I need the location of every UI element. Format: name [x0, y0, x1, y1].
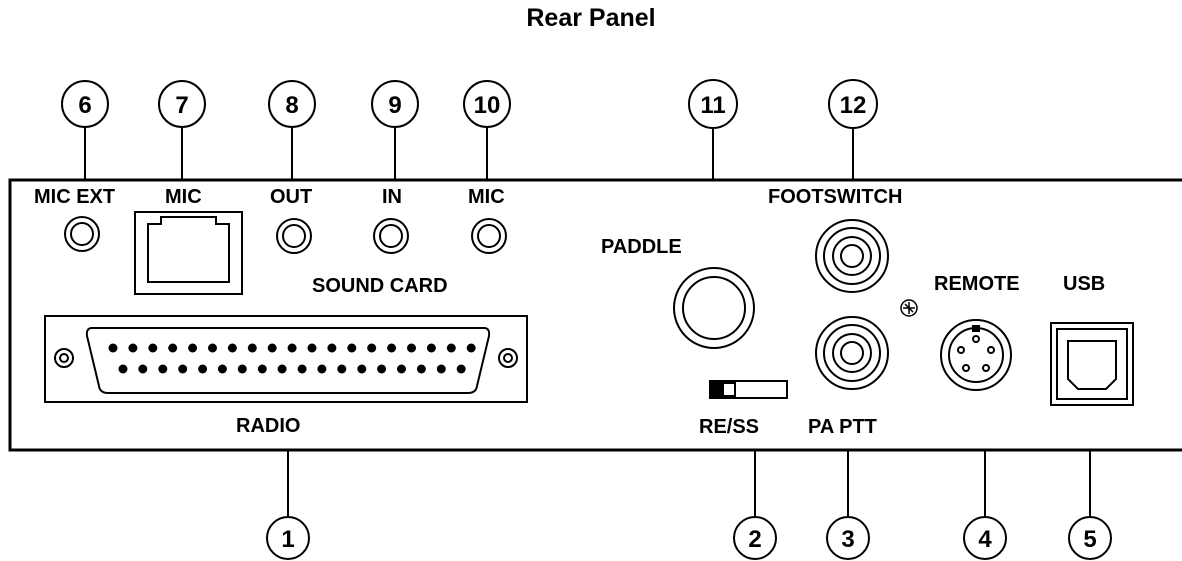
callout-5: 5 [1068, 516, 1112, 560]
db37-pins [108, 343, 476, 374]
db37-pin [198, 364, 208, 374]
callout-1: 1 [266, 516, 310, 560]
db37-pin [237, 364, 247, 374]
label-out: OUT [270, 186, 312, 208]
callout-7-number: 7 [175, 92, 188, 119]
callout-11-number: 11 [700, 92, 725, 119]
callout-5-number: 5 [1083, 526, 1096, 553]
db37-pin [377, 364, 387, 374]
db37-pin [128, 343, 138, 353]
sound-card-out-jack [276, 218, 312, 254]
callout-10: 10 [463, 80, 511, 128]
label-mic: MIC [165, 186, 202, 208]
callout-2-number: 2 [748, 526, 761, 553]
db37-pin [148, 343, 158, 353]
db37-pin [397, 364, 406, 374]
db37-pin [456, 364, 466, 374]
mic-ext-jack [64, 216, 100, 252]
db37-pin [347, 343, 357, 353]
label-mic-sound-card: MIC [468, 186, 505, 208]
callout-12: 12 [828, 79, 878, 129]
db37-pin [178, 364, 188, 374]
label-remote: REMOTE [934, 273, 1020, 295]
pa-ptt-rca-jack [815, 316, 889, 390]
callout-1-number: 1 [281, 526, 294, 553]
callout-2: 2 [733, 516, 777, 560]
callout-9: 9 [371, 80, 419, 128]
db37-pin [188, 343, 198, 353]
label-radio: RADIO [236, 415, 300, 437]
db37-pin [416, 364, 426, 374]
callout-8: 8 [268, 80, 316, 128]
callout-6: 6 [61, 80, 109, 128]
callout-4: 4 [963, 516, 1007, 560]
footswitch-rca-jack [815, 219, 889, 293]
radio-db37-connector [44, 315, 528, 403]
db37-pin [217, 364, 227, 374]
usb-b-connector [1050, 322, 1134, 406]
label-pa-ptt: PA PTT [808, 416, 877, 438]
callout-3-number: 3 [841, 526, 854, 553]
db37-pin [247, 343, 257, 353]
db37-pin [466, 343, 476, 353]
db37-pin [436, 364, 446, 374]
label-usb: USB [1063, 273, 1105, 295]
db37-pin [337, 364, 347, 374]
db37-pin [426, 343, 436, 353]
label-re-ss: RE/SS [699, 416, 759, 438]
db37-pin [297, 364, 307, 374]
remote-din-connector [940, 319, 1012, 391]
callout-11: 11 [688, 79, 738, 129]
db37-pin [257, 364, 267, 374]
db37-pin [327, 343, 337, 353]
callout-10-number: 10 [474, 92, 501, 119]
db37-pin [158, 364, 168, 374]
label-sound-card: SOUND CARD [312, 275, 448, 297]
db37-pin [138, 364, 148, 374]
db37-pin [227, 343, 237, 353]
db37-pin [277, 364, 287, 374]
callout-leaders [84, 128, 1091, 518]
re-ss-switch [709, 380, 788, 399]
db37-pin [357, 364, 367, 374]
rear-panel-diagram: 6 7 8 9 10 11 12 1 2 3 4 5 MIC EXT MIC O… [8, 79, 1182, 560]
sound-card-in-jack [373, 218, 409, 254]
db37-pin [287, 343, 297, 353]
label-footswitch: FOOTSWITCH [768, 186, 902, 208]
db37-pin [367, 343, 377, 353]
db37-pin [168, 343, 178, 353]
callout-6-number: 6 [78, 92, 91, 119]
db37-pin [387, 343, 397, 353]
mic-rj45-jack [134, 211, 243, 295]
callout-7: 7 [158, 80, 206, 128]
db37-pin [446, 343, 456, 353]
db37-pin [407, 343, 416, 353]
paddle-jack [673, 267, 755, 349]
db37-pin [208, 343, 217, 353]
label-in: IN [382, 186, 402, 208]
db37-pin [267, 343, 277, 353]
label-mic-ext: MIC EXT [34, 186, 115, 208]
callout-9-number: 9 [388, 92, 401, 119]
db37-pin [118, 364, 128, 374]
db37-pin [317, 364, 327, 374]
sound-card-mic-jack [471, 218, 507, 254]
db37-pin [307, 343, 317, 353]
callout-4-number: 4 [978, 526, 992, 553]
db37-pin [108, 343, 118, 353]
callout-12-number: 12 [840, 92, 867, 119]
screw-icon [900, 299, 918, 317]
callout-8-number: 8 [285, 92, 298, 119]
label-paddle: PADDLE [601, 236, 682, 258]
callout-3: 3 [826, 516, 870, 560]
